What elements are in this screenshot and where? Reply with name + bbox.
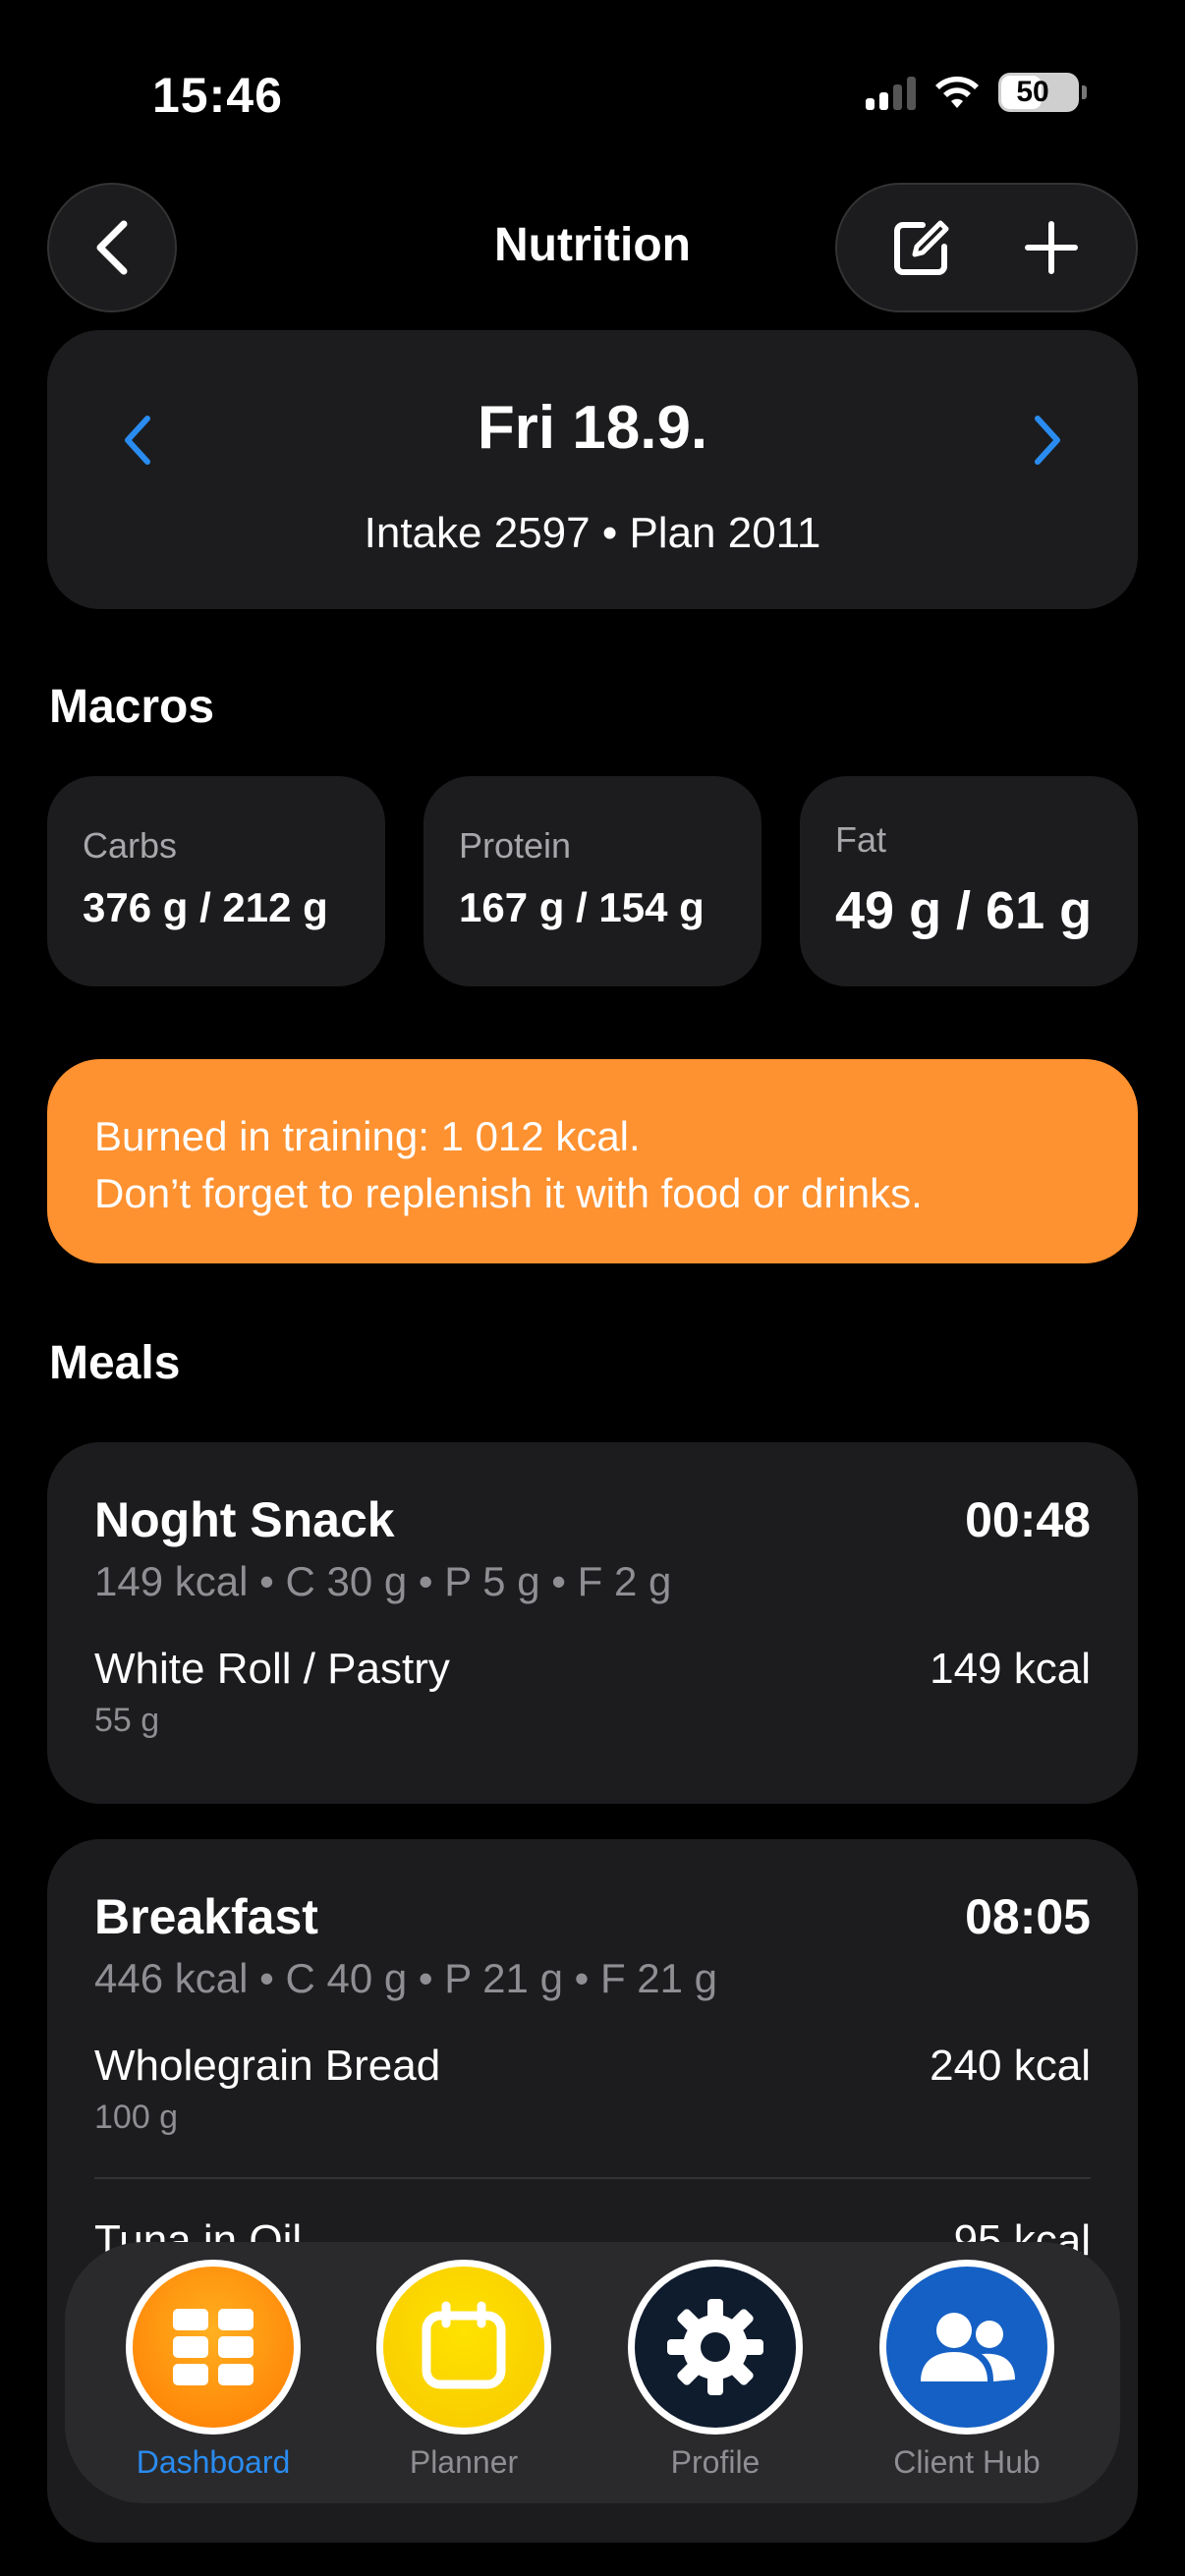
macro-label: Fat [835,819,887,860]
date-card: Fri 18.9. Intake 2597 • Plan 2011 [47,330,1138,609]
status-icons: 50 [866,73,1087,112]
dashboard-tab-button[interactable] [126,2260,301,2435]
users-icon [921,2313,1015,2381]
edit-button[interactable] [877,203,966,292]
add-button[interactable] [1007,203,1096,292]
tab-label: Dashboard [136,2444,291,2480]
macro-value: 167 g / 154 g [459,884,705,930]
macro-label: Carbs [83,825,178,866]
tab-label: Planner [409,2444,519,2480]
planner-tab-button[interactable] [376,2260,551,2435]
meals-section-title: Meals [49,1337,181,1389]
tab-label: Client Hub [893,2444,1041,2480]
banner-line-2: Don’t forget to replenish it with food o… [94,1170,923,1216]
banner-line-1: Burned in training: 1 012 kcal. [94,1113,641,1159]
meal-name: Noght Snack [94,1492,395,1547]
meal-header: Noght Snack 00:48 [94,1491,1091,1548]
macro-card-carbs[interactable]: Carbs 376 g / 212 g [47,776,385,986]
next-day-button[interactable] [1008,401,1087,479]
date-title: Fri 18.9. [477,394,708,462]
food-item[interactable]: White Roll / Pastry 149 kcal 55 g [94,1645,1091,1740]
battery-icon: 50 [998,73,1087,112]
plus-icon [1025,221,1078,274]
food-weight: 100 g [94,2099,179,2136]
meal-card[interactable]: Noght Snack 00:48 149 kcal • C 30 g • P … [47,1442,1138,1804]
profile-tab-button[interactable] [628,2260,803,2435]
divider [94,2177,1091,2179]
client-hub-tab-button[interactable] [879,2260,1054,2435]
meal-summary: 149 kcal • C 30 g • P 5 g • F 2 g [94,1558,672,1604]
edit-icon [894,220,949,275]
meal-time: 00:48 [965,1492,1091,1547]
meal-time: 08:05 [965,1889,1091,1944]
gear-icon [667,2299,763,2395]
nav-actions [835,183,1138,312]
tab-label: Profile [670,2444,761,2480]
food-item[interactable]: Wholegrain Bread 240 kcal 100 g [94,2042,1091,2137]
meal-summary: 446 kcal • C 40 g • P 21 g • F 21 g [94,1955,718,2001]
food-weight: 55 g [94,1702,160,1739]
macro-card-protein[interactable]: Protein 167 g / 154 g [423,776,762,986]
tab-client-hub[interactable]: Client Hub [869,2260,1065,2481]
tab-bar: Dashboard Planner Profile Client Hub [65,2242,1120,2503]
meal-name: Breakfast [94,1889,318,1944]
tab-dashboard[interactable]: Dashboard [115,2260,311,2481]
intake-plan-summary: Intake 2597 • Plan 2011 [364,509,821,557]
training-burn-banner: Burned in training: 1 012 kcal. Don’t fo… [47,1059,1138,1263]
food-kcal: 240 kcal [930,2042,1091,2090]
macro-value: 49 g / 61 g [835,881,1093,940]
tab-planner[interactable]: Planner [366,2260,562,2481]
macro-card-fat[interactable]: Fat 49 g / 61 g [800,776,1138,986]
macros-section-title: Macros [49,681,215,733]
tab-profile[interactable]: Profile [617,2260,814,2481]
wifi-icon [935,76,979,108]
chevron-right-icon [1035,416,1060,465]
cellular-signal-icon [866,75,916,110]
battery-level: 50 [1016,76,1049,108]
meal-header: Breakfast 08:05 [94,1888,1091,1945]
macro-value: 376 g / 212 g [83,884,328,930]
grid-icon [173,2309,254,2385]
macro-label: Protein [459,825,572,866]
status-time: 15:46 [152,68,283,123]
calendar-icon [422,2301,506,2389]
food-kcal: 149 kcal [930,1645,1091,1693]
